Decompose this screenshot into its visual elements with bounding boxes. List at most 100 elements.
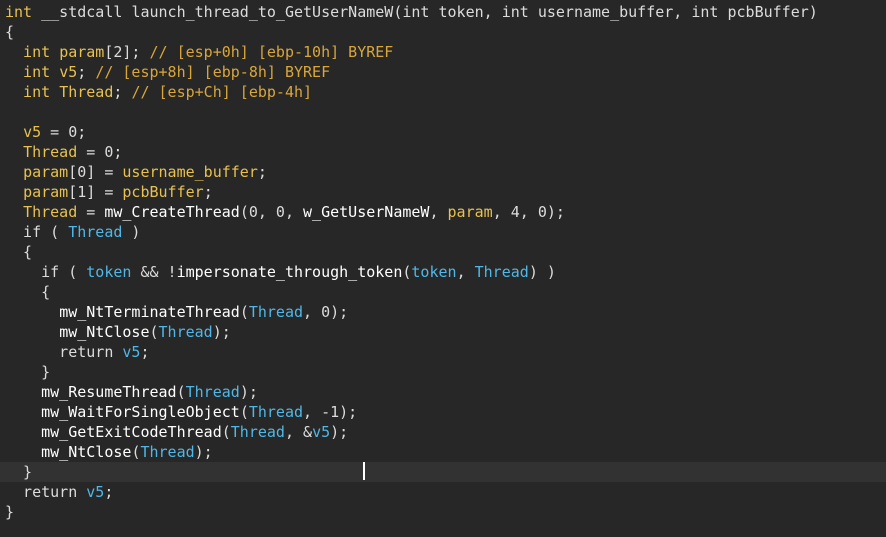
code-token[interactable]: w_GetUserNameW: [303, 203, 429, 221]
code-token[interactable]: Thread: [249, 303, 303, 321]
code-token[interactable]: if (: [5, 223, 68, 241]
code-token[interactable]: Thread: [23, 203, 77, 221]
code-token[interactable]: && !: [131, 263, 176, 281]
code-line[interactable]: return v5;: [0, 482, 886, 502]
code-token[interactable]: (: [222, 423, 231, 441]
code-token[interactable]: }: [5, 503, 14, 521]
code-line[interactable]: {: [0, 282, 886, 302]
code-token[interactable]: ,: [429, 203, 447, 221]
code-line[interactable]: {: [0, 22, 886, 42]
code-line[interactable]: mw_NtClose(Thread);: [0, 442, 886, 462]
code-token[interactable]: // [esp+0h] [ebp-10h] BYREF: [150, 43, 394, 61]
code-token[interactable]: =: [77, 203, 104, 221]
code-token[interactable]: __stdcall: [41, 3, 131, 21]
code-token[interactable]: // [esp+Ch] [ebp-4h]: [131, 83, 312, 101]
code-token[interactable]: Thread: [475, 263, 529, 281]
code-token[interactable]: (: [240, 303, 249, 321]
code-token[interactable]: mw_NtTerminateThread: [59, 303, 240, 321]
code-token[interactable]: Thread: [159, 323, 213, 341]
code-token[interactable]: [5, 303, 59, 321]
code-token[interactable]: Thread: [59, 83, 113, 101]
code-token[interactable]: username_buffer: [122, 163, 257, 181]
code-line[interactable]: param[0] = username_buffer;: [0, 162, 886, 182]
code-line[interactable]: mw_ResumeThread(Thread);: [0, 382, 886, 402]
code-line[interactable]: return v5;: [0, 342, 886, 362]
code-token[interactable]: );: [195, 443, 213, 461]
code-line[interactable]: mw_WaitForSingleObject(Thread, -1);: [0, 402, 886, 422]
code-line[interactable]: mw_NtTerminateThread(Thread, 0);: [0, 302, 886, 322]
code-token[interactable]: }: [5, 363, 50, 381]
code-line[interactable]: int param[2]; // [esp+0h] [ebp-10h] BYRE…: [0, 42, 886, 62]
code-token[interactable]: [5, 443, 41, 461]
code-token[interactable]: , 0);: [303, 303, 348, 321]
code-token[interactable]: [5, 143, 23, 161]
code-line[interactable]: int Thread; // [esp+Ch] [ebp-4h]: [0, 82, 886, 102]
code-token[interactable]: Thread: [140, 443, 194, 461]
code-token[interactable]: {: [5, 283, 50, 301]
code-token[interactable]: ): [122, 223, 140, 241]
code-token[interactable]: [5, 163, 23, 181]
code-token[interactable]: Thread: [231, 423, 285, 441]
code-token[interactable]: );: [330, 423, 348, 441]
code-token[interactable]: v5: [86, 483, 104, 501]
code-line[interactable]: mw_NtClose(Thread);: [0, 322, 886, 342]
code-token[interactable]: (0, 0,: [240, 203, 303, 221]
code-token[interactable]: (: [177, 383, 186, 401]
code-token[interactable]: Thread: [249, 403, 303, 421]
code-line[interactable]: Thread = 0;: [0, 142, 886, 162]
code-line[interactable]: }: [0, 362, 886, 382]
code-token[interactable]: [5, 123, 23, 141]
code-token[interactable]: );: [213, 323, 231, 341]
code-token[interactable]: ;: [140, 343, 149, 361]
code-token[interactable]: ;: [104, 483, 113, 501]
code-token[interactable]: [0] =: [68, 163, 122, 181]
code-token[interactable]: mw_NtClose: [59, 323, 149, 341]
code-token[interactable]: [5, 383, 41, 401]
code-token[interactable]: Thread: [68, 223, 122, 241]
code-token[interactable]: {: [5, 243, 32, 261]
code-token[interactable]: return: [5, 343, 122, 361]
code-token[interactable]: param: [448, 203, 493, 221]
code-token[interactable]: [5, 323, 59, 341]
code-token[interactable]: [2];: [104, 43, 149, 61]
code-token[interactable]: token: [86, 263, 131, 281]
code-token[interactable]: launch_thread_to_GetUserNameW: [131, 3, 393, 21]
code-token[interactable]: , 4, 0);: [493, 203, 565, 221]
code-line[interactable]: [0, 102, 886, 122]
code-token[interactable]: ,: [457, 263, 475, 281]
code-line[interactable]: param[1] = pcbBuffer;: [0, 182, 886, 202]
code-line[interactable]: int v5; // [esp+8h] [ebp-8h] BYREF: [0, 62, 886, 82]
code-token[interactable]: [5, 423, 41, 441]
code-token[interactable]: ;: [113, 83, 131, 101]
code-line[interactable]: v5 = 0;: [0, 122, 886, 142]
code-token[interactable]: // [esp+8h] [ebp-8h] BYREF: [95, 63, 330, 81]
code-token[interactable]: int: [5, 3, 41, 21]
code-token[interactable]: int: [5, 63, 59, 81]
code-token[interactable]: return: [5, 483, 86, 501]
code-token[interactable]: mw_CreateThread: [104, 203, 239, 221]
code-token[interactable]: (int token, int username_buffer, int pcb…: [393, 3, 817, 21]
code-token[interactable]: }: [5, 463, 32, 481]
code-line[interactable]: if ( token && !impersonate_through_token…: [0, 262, 886, 282]
code-token[interactable]: ;: [258, 163, 267, 181]
code-token[interactable]: param: [23, 183, 68, 201]
code-token[interactable]: Thread: [23, 143, 77, 161]
code-token[interactable]: if (: [5, 263, 86, 281]
code-token[interactable]: param: [23, 163, 68, 181]
code-token[interactable]: = 0;: [77, 143, 122, 161]
code-token[interactable]: mw_NtClose: [41, 443, 131, 461]
code-token[interactable]: v5: [59, 63, 77, 81]
code-token[interactable]: [1] =: [68, 183, 122, 201]
code-token[interactable]: = 0;: [41, 123, 86, 141]
code-line[interactable]: mw_GetExitCodeThread(Thread, &v5);: [0, 422, 886, 442]
code-token[interactable]: ;: [204, 183, 213, 201]
code-line[interactable]: int __stdcall launch_thread_to_GetUserNa…: [0, 2, 886, 22]
code-token[interactable]: , &: [285, 423, 312, 441]
code-token[interactable]: [5, 183, 23, 201]
code-token[interactable]: [5, 203, 23, 221]
code-token[interactable]: (: [240, 403, 249, 421]
code-token[interactable]: int: [5, 43, 59, 61]
code-token[interactable]: ;: [77, 63, 95, 81]
code-token[interactable]: pcbBuffer: [122, 183, 203, 201]
code-line[interactable]: }: [0, 502, 886, 522]
